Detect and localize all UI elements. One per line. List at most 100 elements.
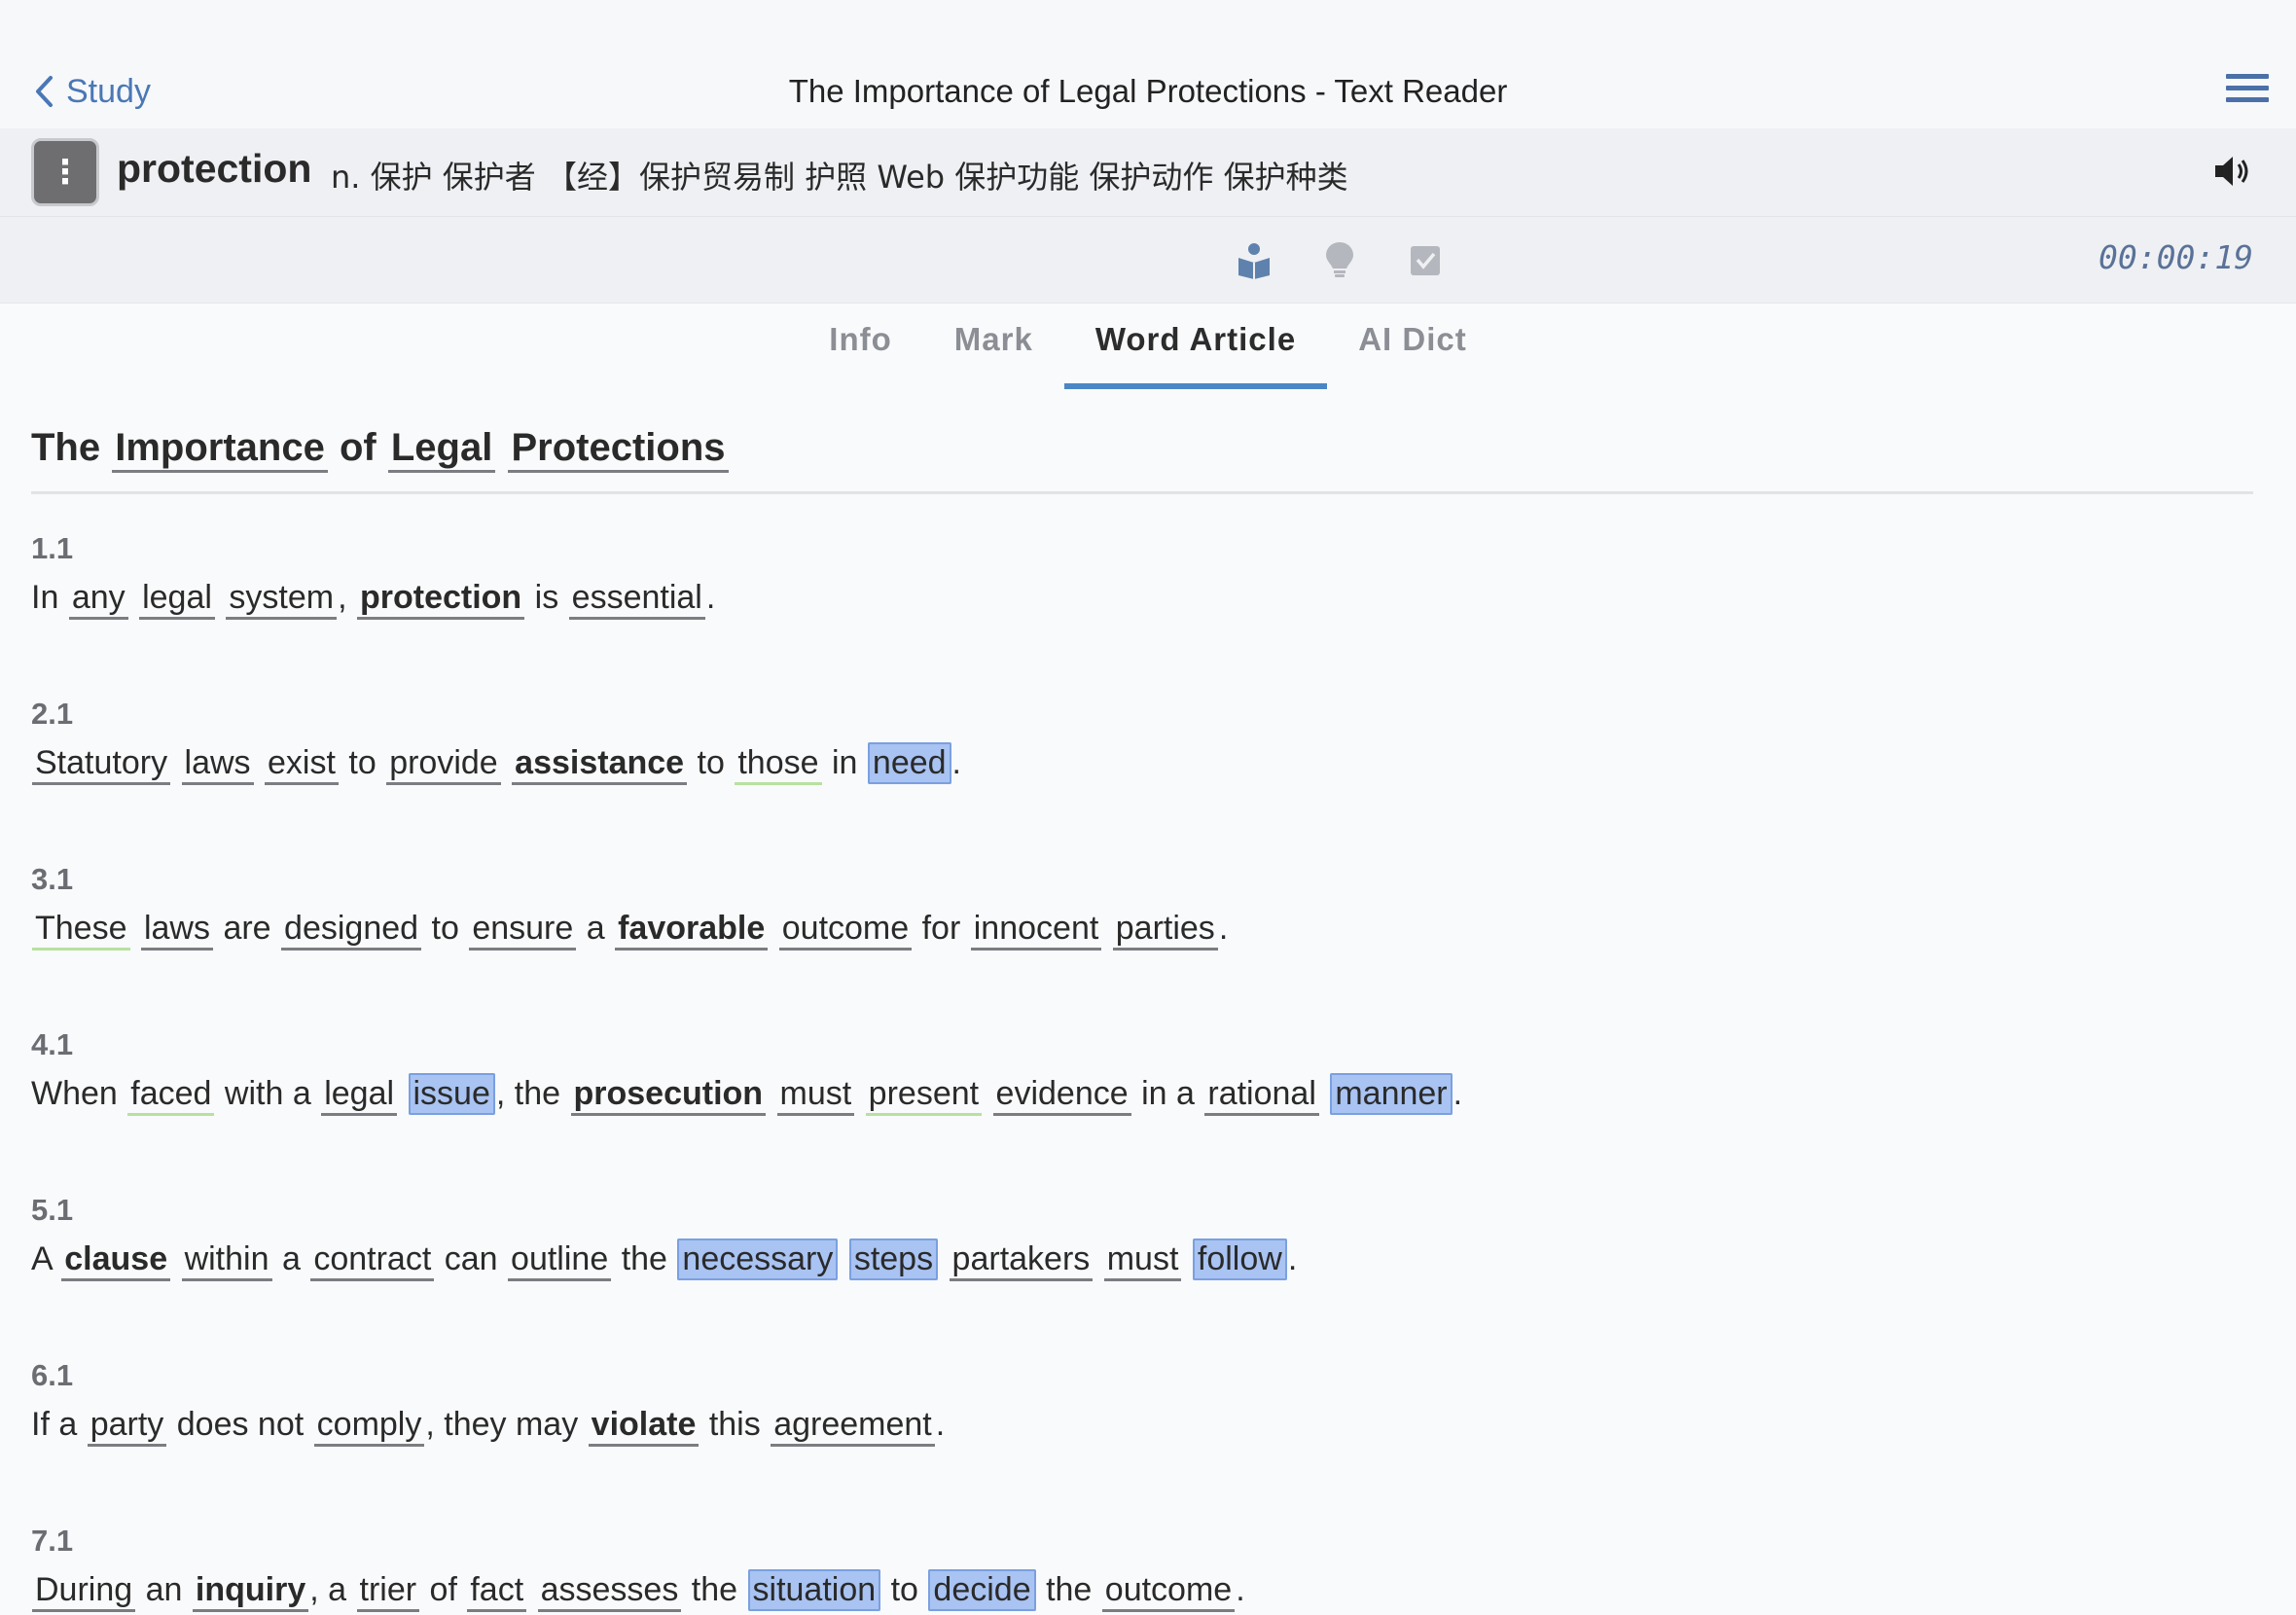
plain-word: A [31, 1240, 52, 1277]
plain-word: for [921, 910, 961, 947]
vocab-word[interactable]: assesses [537, 1571, 682, 1612]
vocab-word[interactable]: essential [568, 579, 705, 620]
vocab-word[interactable]: agreement [771, 1406, 935, 1447]
highlighted-word[interactable]: follow [1192, 1238, 1287, 1280]
punctuation: . [935, 1406, 946, 1443]
paragraph: 5.1 A clause within a contract can outlin… [31, 1191, 2253, 1284]
vocab-word[interactable]: any [68, 579, 128, 620]
vocab-word[interactable]: system [226, 579, 338, 620]
title-word: of [339, 426, 377, 469]
sentence: These laws are designed to ensure a favo… [31, 903, 2253, 953]
vocab-word[interactable]: faced [127, 1075, 215, 1116]
target-word[interactable]: prosecution [570, 1075, 767, 1116]
highlighted-word[interactable]: need [867, 742, 951, 784]
highlighted-word[interactable]: situation [747, 1569, 881, 1611]
vocab-word[interactable]: contract [310, 1240, 435, 1281]
punctuation: , a [309, 1571, 347, 1608]
highlighted-word[interactable]: issue [408, 1073, 495, 1115]
tab-ai-dict[interactable]: AI Dict [1327, 304, 1498, 372]
target-word[interactable]: protection [356, 579, 525, 620]
vocab-word[interactable]: must [1103, 1240, 1182, 1281]
vocab-word[interactable]: parties [1112, 910, 1218, 951]
plain-word: to [348, 744, 377, 781]
paragraph-number: 7.1 [31, 1524, 74, 1558]
tab-info[interactable]: Info [798, 304, 922, 372]
paragraph-number: 2.1 [31, 697, 74, 731]
vocab-word[interactable]: must [776, 1075, 855, 1116]
plain-word: a [586, 910, 605, 947]
vocab-word[interactable]: ensure [469, 910, 577, 951]
target-word[interactable]: clause [61, 1240, 171, 1281]
vocab-word[interactable]: laws [140, 910, 213, 951]
paragraph: 1.1 In any legal system, protection is es… [31, 529, 2253, 623]
plain-word: to [697, 744, 725, 781]
highlighted-word[interactable]: manner [1330, 1073, 1453, 1115]
sentence: A clause within a contract can outline t… [31, 1234, 2253, 1284]
plain-word: in [831, 744, 858, 781]
vocab-word[interactable]: innocent [970, 910, 1102, 951]
punctuation: . [1236, 1571, 1245, 1608]
vocab-word[interactable]: legal [139, 579, 215, 620]
punctuation: , the [495, 1075, 561, 1112]
plain-word: the [621, 1240, 667, 1277]
paragraph: 4.1 When faced with a legal issue, the pr… [31, 1025, 2253, 1119]
plain-word: In [31, 579, 59, 616]
vocab-word[interactable]: fact [467, 1571, 527, 1612]
study-timer: 00:00:19 [2099, 238, 2253, 276]
vocab-word[interactable]: exist [265, 744, 339, 785]
plain-word: to [431, 910, 459, 947]
plain-word: of [429, 1571, 457, 1608]
vocab-word[interactable]: provide [386, 744, 501, 785]
sentence: When faced with a legal issue, the prose… [31, 1068, 2253, 1119]
vocab-word[interactable]: outcome [778, 910, 913, 951]
tab-mark[interactable]: Mark [923, 304, 1064, 372]
hamburger-menu-icon[interactable] [2226, 74, 2269, 109]
vocab-word[interactable]: laws [181, 744, 254, 785]
vocab-word[interactable]: within [181, 1240, 272, 1281]
vocab-word[interactable]: designed [281, 910, 422, 951]
more-options-button[interactable]: ⋮ [31, 138, 99, 206]
vocab-word[interactable]: rational [1204, 1075, 1319, 1116]
paragraph-number: 4.1 [31, 1027, 74, 1061]
vocab-word[interactable]: During [32, 1571, 136, 1612]
vocab-word[interactable]: comply [313, 1406, 425, 1447]
vocab-word[interactable]: Statutory [32, 744, 171, 785]
highlighted-word[interactable]: steps [848, 1238, 939, 1280]
lightbulb-icon[interactable] [1321, 240, 1358, 279]
plain-word: can [444, 1240, 498, 1277]
vocab-word[interactable]: legal [321, 1075, 398, 1116]
punctuation: . [951, 744, 961, 781]
paragraph-number: 1.1 [31, 531, 74, 565]
title-word[interactable]: Legal [387, 426, 496, 473]
vocab-word[interactable]: outline [508, 1240, 612, 1281]
vocab-word[interactable]: partakers [949, 1240, 1094, 1281]
paragraph: 6.1 If a party does not comply, they may … [31, 1356, 2253, 1450]
target-word[interactable]: inquiry [192, 1571, 309, 1612]
tab-word-article[interactable]: Word Article [1063, 304, 1328, 389]
vocab-word[interactable]: outcome [1101, 1571, 1236, 1612]
target-word[interactable]: assistance [512, 744, 688, 785]
vocab-word[interactable]: those [735, 744, 822, 785]
target-word[interactable]: favorable [615, 910, 769, 951]
vocab-word[interactable]: present [865, 1075, 983, 1116]
word-definition: n. 保护 保护者 【经】保护贸易制 护照 Web 保护功能 保护动作 保护种类 [331, 159, 1348, 196]
title-word[interactable]: Importance [112, 426, 328, 473]
paragraph-number: 5.1 [31, 1193, 74, 1227]
vocab-word[interactable]: These [32, 910, 130, 951]
plain-word: this [708, 1406, 761, 1443]
speaker-icon[interactable] [2212, 154, 2251, 189]
vocab-word[interactable]: evidence [992, 1075, 1131, 1116]
tab-bar: Info Mark Word Article AI Dict [0, 304, 2296, 389]
title-word[interactable]: Protections [508, 426, 729, 473]
sentence: Statutory laws exist to provide assistan… [31, 737, 2253, 788]
reader-icon[interactable] [1236, 240, 1273, 279]
target-word[interactable]: violate [588, 1406, 700, 1447]
highlighted-word[interactable]: necessary [677, 1238, 839, 1280]
plain-word: in a [1141, 1075, 1195, 1112]
plain-word: to [890, 1571, 918, 1608]
vocab-word[interactable]: party [87, 1406, 167, 1447]
article: The Importance of Legal Protections 1.1 I… [31, 426, 2253, 1615]
highlighted-word[interactable]: decide [928, 1569, 1036, 1611]
vocab-word[interactable]: trier [356, 1571, 420, 1612]
checkbox-icon[interactable] [1407, 240, 1444, 279]
